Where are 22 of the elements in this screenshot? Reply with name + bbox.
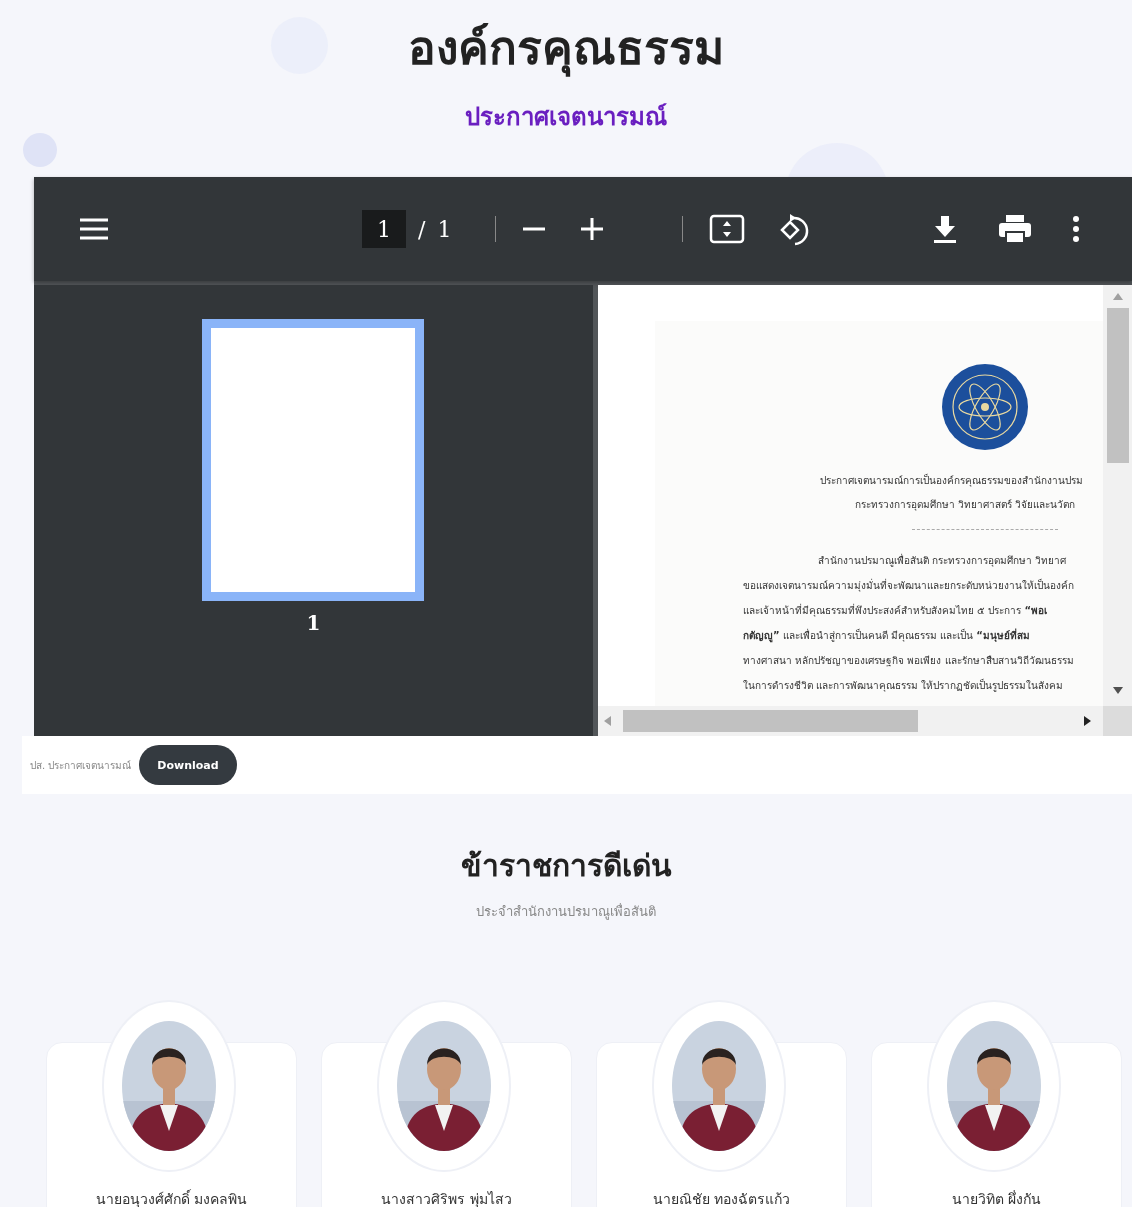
thumbnail-label: 1 <box>306 611 321 635</box>
page-total: 1 <box>437 216 452 242</box>
section-title: ข้าราชการดีเด่น <box>459 847 673 885</box>
document-heading: ประกาศเจตนารมณ์การเป็นองค์กรคุณธรรมของสำนักงานปรม <box>819 472 1083 489</box>
person-name: นายณิชัย ทองฉัตรแก้ว <box>652 1190 791 1207</box>
document-text-line: ทางศาสนา หลักปรัชญาของเศรษฐกิจ พอเพียง และรักษาสืบสานวิถีวัฒนธรรม <box>742 654 1074 669</box>
document-heading: กระทรวงการอุดมศึกษา วิทยาศาสตร์ วิจัยและนวัตก <box>854 498 1076 513</box>
document-text-line: และเจ้าหน้าที่มีคุณธรรมที่พึงประสงค์สำหรับสังคมไทย ๕ ประการ “พอเ <box>742 602 1048 619</box>
person-name: นายอนุวงศ์ศักดิ์ มงคลพิน <box>95 1188 248 1207</box>
file-caption: ปส. ประกาศเจตนารมณ์ <box>30 758 132 773</box>
download-button[interactable]: Download <box>139 745 237 785</box>
document-text-line: ในการดำรงชีวิต และการพัฒนาคุณธรรม ให้ปรากฏชัดเป็นรูปธรรมในสังคม <box>742 677 1064 694</box>
document-text-line: กตัญญู” และเพื่อนำสู่การเป็นคนดี มีคุณธรรม และเป็น “มนุษย์ที่สม <box>742 627 1030 645</box>
page-number-field[interactable]: 1 <box>362 210 406 248</box>
document-text-line: ขอแสดงเจตนารมณ์ความมุ่งมั่นที่จะพัฒนาและยกระดับหน่วยงานให้เป็นองค์ก <box>742 577 1074 594</box>
page-title: องค์กรคุณธรรม <box>408 20 724 78</box>
person-name: นายวิทิต ผึ่งกัน <box>951 1189 1042 1207</box>
document-text-line: สำนักงานปรมาณูเพื่อสันติ กระทรวงการอุดมศึกษา วิทยาศ <box>817 552 1067 569</box>
section-subtitle: ประจำสำนักงานปรมาณูเพื่อสันติ <box>475 902 657 922</box>
page-separator: / <box>418 216 426 242</box>
person-name: นางสาวศิริพร พุ่มไสว <box>381 1190 512 1207</box>
page-subtitle: ประกาศเจตนารมณ์ <box>465 102 667 133</box>
